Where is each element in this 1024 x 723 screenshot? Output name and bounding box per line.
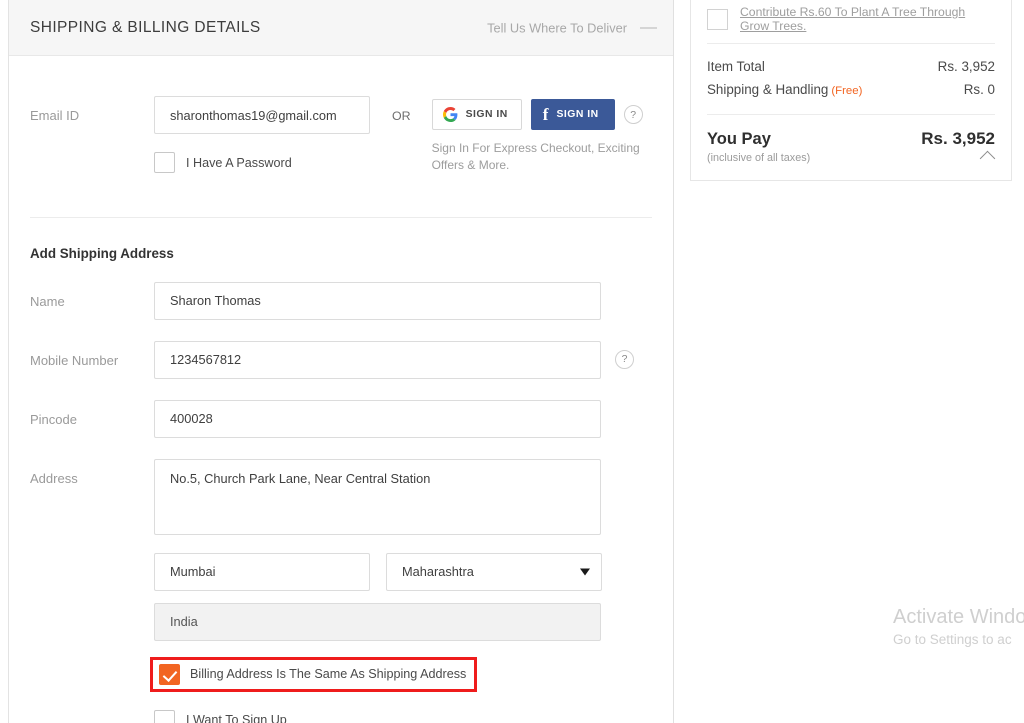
state-select-wrapper[interactable]: Maharashtra: [386, 552, 602, 591]
mobile-help-icon[interactable]: ?: [615, 349, 634, 369]
facebook-signin-button[interactable]: f SIGN IN: [530, 99, 615, 130]
you-pay-label: You Pay: [707, 130, 771, 148]
pincode-label: Pincode: [30, 411, 77, 427]
email-label: Email ID: [30, 108, 80, 123]
email-column: I Have A Password: [154, 96, 370, 175]
shipping-billing-card: SHIPPING & BILLING DETAILS Tell Us Where…: [8, 0, 674, 723]
signup-checkbox[interactable]: [154, 709, 175, 723]
state-select[interactable]: Maharashtra: [386, 552, 602, 591]
city-input[interactable]: [154, 552, 370, 591]
social-buttons-row: SIGN IN f SIGN IN ?: [431, 99, 652, 130]
pincode-input[interactable]: [154, 399, 601, 438]
you-pay-row: You Pay Rs. 3,952: [707, 129, 995, 149]
have-password-label: I Have A Password: [186, 155, 292, 170]
chevron-down-icon: [580, 568, 590, 576]
add-shipping-address-title: Add Shipping Address: [30, 245, 174, 261]
shipping-label-group: Shipping & Handling (Free): [707, 82, 862, 97]
name-input[interactable]: [154, 281, 601, 320]
section-divider: [30, 216, 652, 218]
shipping-label: Shipping & Handling: [707, 82, 829, 97]
watermark-line-2: Go to Settings to ac: [893, 632, 1012, 647]
name-label: Name: [30, 293, 65, 309]
grow-trees-checkbox[interactable]: [707, 8, 728, 30]
google-signin-button[interactable]: SIGN IN: [431, 99, 522, 130]
mobile-row: Mobile Number ?: [30, 340, 652, 379]
google-icon: [442, 107, 457, 122]
card-header-subtitle: Tell Us Where To Deliver: [487, 20, 627, 35]
country-field: India: [154, 602, 601, 641]
country-wrapper: India: [154, 602, 601, 641]
or-separator: OR: [392, 109, 411, 123]
card-header: SHIPPING & BILLING DETAILS Tell Us Where…: [9, 0, 673, 56]
windows-activation-watermark: Activate Windo Go to Settings to ac: [893, 606, 1024, 647]
summary-lines: Item Total Rs. 3,952 Shipping & Handling…: [707, 44, 995, 114]
checkout-page: SHIPPING & BILLING DETAILS Tell Us Where…: [0, 0, 1024, 723]
have-password-checkbox[interactable]: [154, 152, 175, 173]
name-row: Name: [30, 281, 652, 320]
have-password-row[interactable]: I Have A Password: [154, 152, 370, 173]
facebook-signin-label: SIGN IN: [556, 109, 599, 120]
social-signin-column: SIGN IN f SIGN IN ? Sign In For Express …: [431, 96, 652, 175]
order-summary-panel: Contribute Rs.60 To Plant A Tree Through…: [690, 0, 1012, 181]
email-row: Email ID I Have A Password OR: [30, 56, 652, 175]
shipping-free-tag: (Free): [831, 85, 863, 97]
billing-same-highlight[interactable]: Billing Address Is The Same As Shipping …: [150, 656, 478, 692]
mobile-label: Mobile Number: [30, 352, 119, 368]
address-row: Address No.5, Church Park Lane, Near Cen…: [30, 458, 652, 535]
card-header-right: Tell Us Where To Deliver: [487, 20, 657, 35]
item-total-value: Rs. 3,952: [937, 59, 995, 74]
tax-note: (inclusive of all taxes): [707, 152, 811, 164]
signup-label: I Want To Sign Up: [186, 713, 287, 723]
social-signin-note: Sign In For Express Checkout, Exciting O…: [431, 141, 640, 173]
address-textarea[interactable]: No.5, Church Park Lane, Near Central Sta…: [154, 458, 601, 535]
shipping-value: Rs. 0: [963, 82, 995, 97]
page-title: SHIPPING & BILLING DETAILS: [30, 18, 261, 36]
grow-trees-link[interactable]: Contribute Rs.60 To Plant A Tree Through…: [740, 5, 995, 33]
shipping-row: Shipping & Handling (Free) Rs. 0: [707, 78, 995, 101]
watermark-line-1: Activate Windo: [893, 606, 1024, 628]
signup-row[interactable]: I Want To Sign Up: [154, 709, 652, 723]
pincode-row: Pincode: [30, 399, 652, 438]
billing-same-checkbox[interactable]: [159, 663, 180, 685]
city-state-row: Maharashtra: [154, 552, 652, 591]
billing-same-label: Billing Address Is The Same As Shipping …: [190, 667, 467, 682]
card-body: Email ID I Have A Password OR: [9, 56, 673, 723]
you-pay-block: You Pay Rs. 3,952 (inclusive of all taxe…: [707, 115, 996, 180]
email-input[interactable]: [154, 96, 370, 134]
collapse-dash-icon[interactable]: [640, 27, 657, 28]
item-total-label: Item Total: [707, 59, 765, 74]
facebook-icon: f: [542, 105, 549, 124]
email-help-icon[interactable]: ?: [623, 105, 643, 124]
address-label: Address: [30, 470, 78, 486]
you-pay-value: Rs. 3,952: [921, 129, 995, 148]
item-total-row: Item Total Rs. 3,952: [707, 55, 995, 78]
grow-trees-row[interactable]: Contribute Rs.60 To Plant A Tree Through…: [707, 0, 995, 43]
google-signin-label: SIGN IN: [465, 109, 508, 120]
mobile-input[interactable]: [154, 340, 601, 379]
